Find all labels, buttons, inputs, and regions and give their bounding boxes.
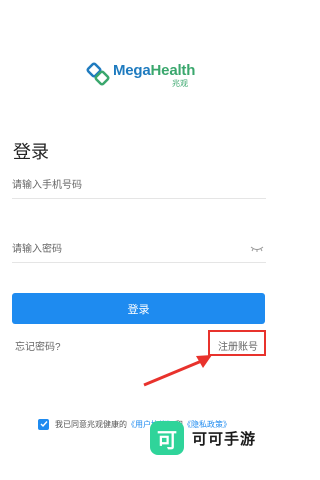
watermark-icon: 可: [150, 421, 184, 455]
check-icon: [40, 421, 48, 428]
forgot-password-link[interactable]: 忘记密码?: [15, 338, 61, 353]
agreement-prefix: 我已同意兆观健康的: [55, 419, 127, 429]
agree-checkbox[interactable]: [38, 418, 49, 430]
login-button[interactable]: 登录: [12, 293, 265, 324]
red-arrow-icon: [143, 355, 212, 387]
logo-wordmark: MegaHealth: [113, 62, 196, 79]
page-title: 登录: [13, 142, 49, 162]
password-placeholder: 请输入密码: [12, 244, 62, 255]
watermark-text: 可可手游: [192, 431, 257, 448]
logo-mark-icon: [86, 62, 110, 86]
phone-placeholder: 请输入手机号码: [12, 180, 82, 191]
password-input[interactable]: 请输入密码: [12, 234, 266, 263]
megahealth-logo: MegaHealth 兆观: [86, 56, 196, 90]
logo-subtitle: 兆观: [172, 79, 188, 88]
hide-password-icon[interactable]: [250, 246, 264, 252]
phone-input[interactable]: 请输入手机号码: [12, 170, 266, 199]
watermark: 可 可可手游: [150, 421, 270, 457]
